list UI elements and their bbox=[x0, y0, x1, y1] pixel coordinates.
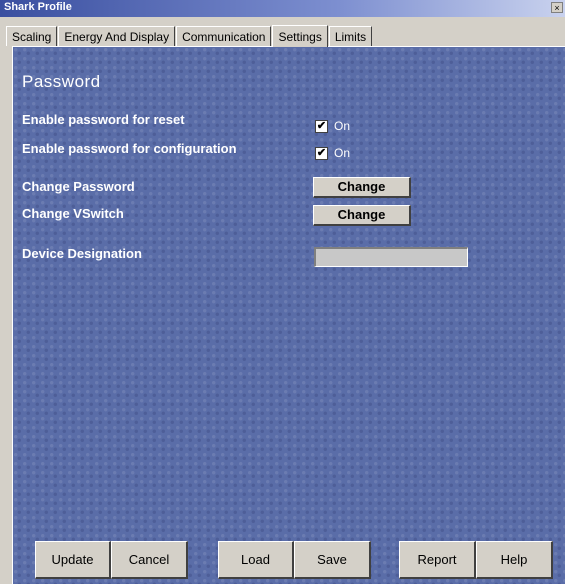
config-password-label: Enable password for configuration bbox=[22, 141, 237, 156]
reset-password-label: Enable password for reset bbox=[22, 112, 185, 127]
cancel-button[interactable]: Cancel bbox=[111, 541, 188, 579]
tab-scaling[interactable]: Scaling bbox=[6, 26, 58, 46]
device-designation-label: Device Designation bbox=[22, 246, 142, 261]
tab-strip: Scaling Energy And Display Communication… bbox=[6, 24, 373, 47]
tab-limits[interactable]: Limits bbox=[328, 26, 373, 46]
close-icon[interactable]: × bbox=[551, 2, 563, 13]
shark-profile-window: Shark Profile × Scaling Energy And Displ… bbox=[0, 0, 565, 584]
title-bar[interactable]: Shark Profile × bbox=[0, 0, 565, 17]
tab-settings[interactable]: Settings bbox=[272, 25, 328, 47]
load-button[interactable]: Load bbox=[218, 541, 294, 579]
window-title: Shark Profile bbox=[4, 1, 72, 13]
help-button[interactable]: Help bbox=[476, 541, 553, 579]
config-password-state: On bbox=[334, 146, 351, 160]
change-password-label: Change Password bbox=[22, 179, 135, 194]
config-password-checkbox[interactable]: ✔ bbox=[315, 147, 328, 160]
tab-communication[interactable]: Communication bbox=[176, 26, 272, 46]
report-button[interactable]: Report bbox=[399, 541, 476, 579]
device-designation-input[interactable] bbox=[314, 247, 468, 267]
reset-password-state: On bbox=[334, 119, 351, 133]
save-button[interactable]: Save bbox=[294, 541, 371, 579]
update-button[interactable]: Update bbox=[35, 541, 111, 579]
change-vswitch-label: Change VSwitch bbox=[22, 206, 124, 221]
change-password-button[interactable]: Change bbox=[313, 177, 411, 198]
reset-password-checkbox[interactable]: ✔ bbox=[315, 120, 328, 133]
change-vswitch-button[interactable]: Change bbox=[313, 205, 411, 226]
section-title-password: Password bbox=[22, 72, 101, 91]
tab-energy-and-display[interactable]: Energy And Display bbox=[58, 26, 176, 46]
